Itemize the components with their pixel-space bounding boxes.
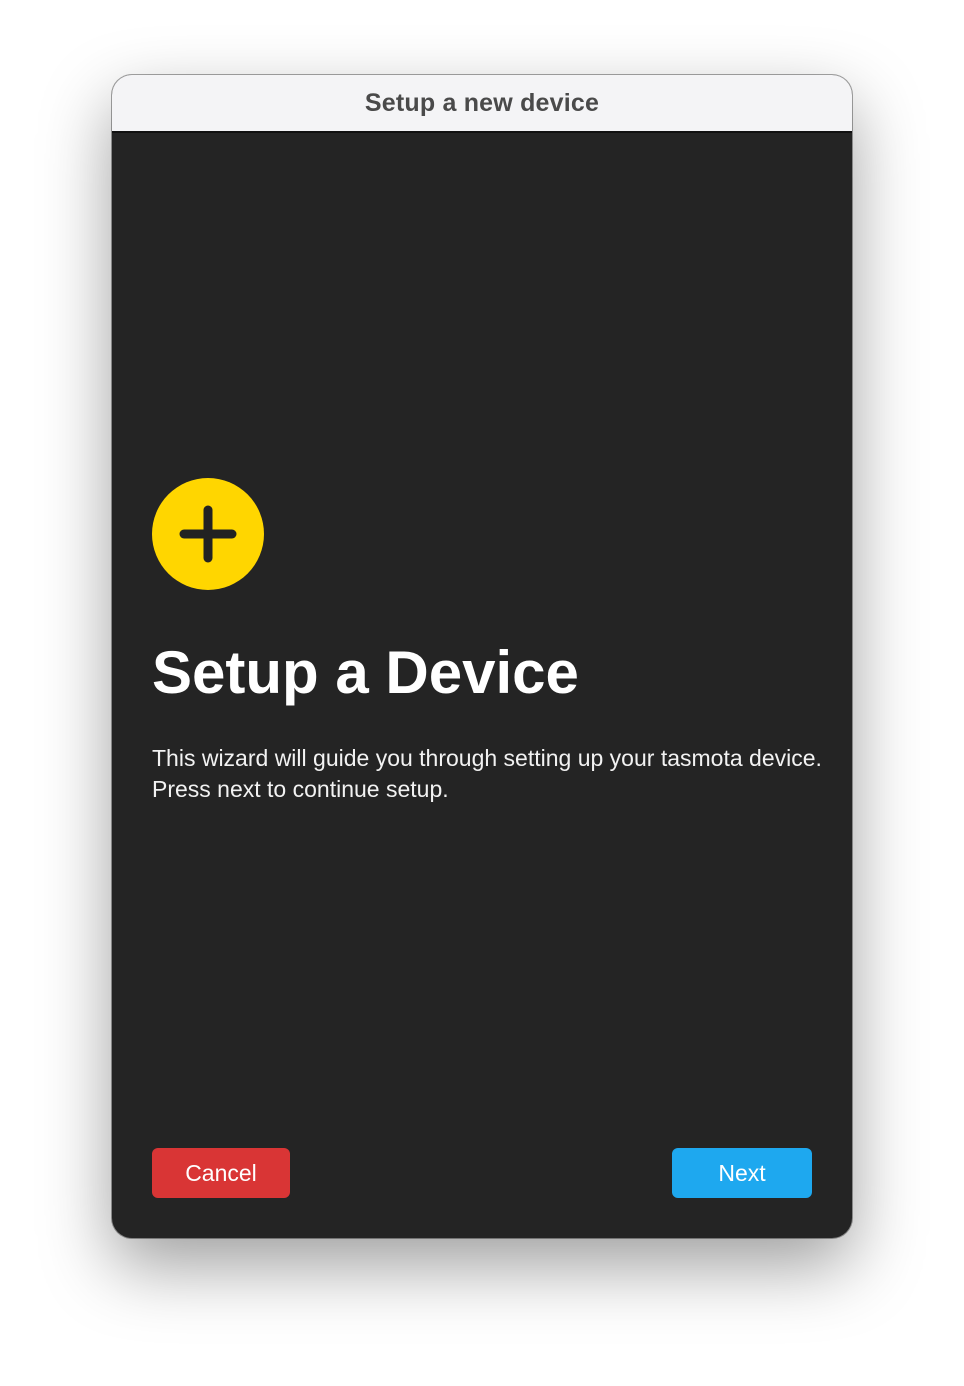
title-bar[interactable]: Setup a new device — [112, 75, 852, 133]
plus-circle-icon — [152, 478, 264, 590]
wizard-content: Setup a Device This wizard will guide yo… — [112, 133, 852, 1238]
next-button[interactable]: Next — [672, 1148, 812, 1198]
wizard-heading: Setup a Device — [152, 639, 579, 706]
plus-glyph — [179, 505, 237, 563]
setup-window: Setup a new device Setup a Device This w… — [112, 75, 852, 1238]
wizard-description: This wizard will guide you through setti… — [152, 745, 822, 802]
cancel-button[interactable]: Cancel — [152, 1148, 290, 1198]
window-title: Setup a new device — [364, 88, 600, 117]
